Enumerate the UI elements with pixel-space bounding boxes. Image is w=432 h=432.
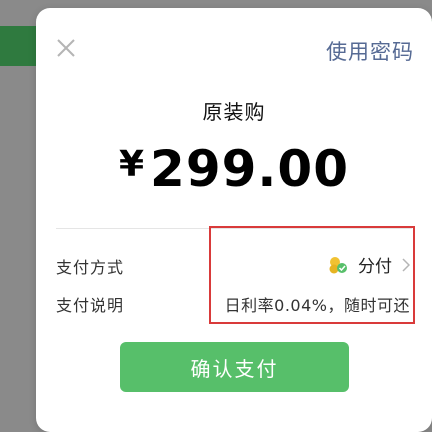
confirm-payment-button[interactable]: 确认支付 (120, 342, 349, 392)
screen: 使用密码 原装购 ¥299.00 支付方式 分付 支付说明 日利率0.04%，随… (0, 0, 432, 432)
payment-dialog: 使用密码 原装购 ¥299.00 支付方式 分付 支付说明 日利率0.04%，随… (36, 8, 432, 432)
currency-symbol: ¥ (118, 144, 145, 185)
payment-note-label: 支付说明 (56, 296, 125, 315)
use-password-link[interactable]: 使用密码 (326, 36, 414, 66)
close-icon[interactable] (54, 36, 78, 60)
price: ¥299.00 (36, 140, 432, 198)
price-amount: 299.00 (150, 140, 349, 198)
product-title: 原装购 (202, 100, 266, 124)
annotation-highlight-box (209, 226, 415, 324)
payment-method-label: 支付方式 (56, 258, 125, 277)
